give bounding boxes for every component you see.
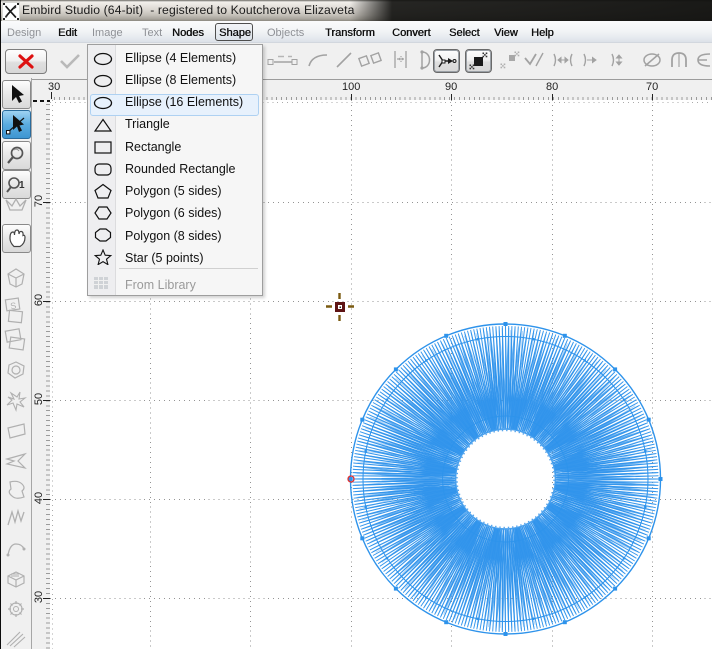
- svg-text:1: 1: [19, 180, 25, 191]
- svg-text:S: S: [10, 300, 17, 311]
